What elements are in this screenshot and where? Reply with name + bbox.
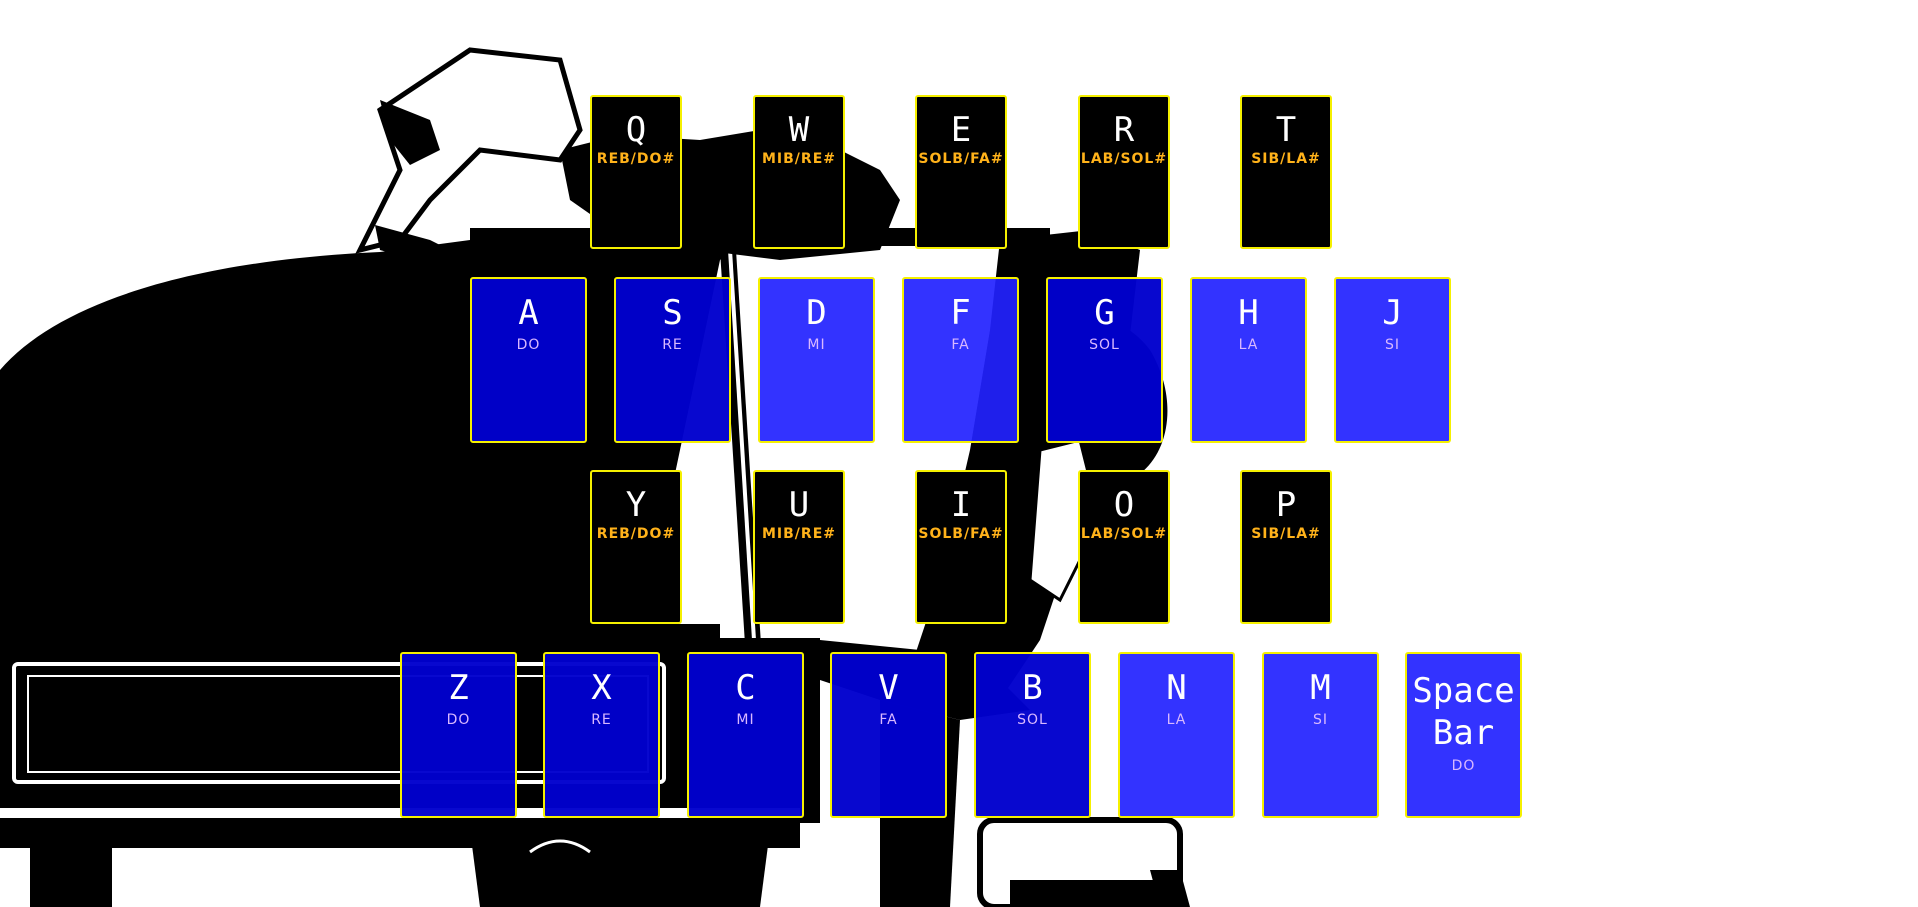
note-label: MI <box>807 337 826 353</box>
piano-rim-top <box>0 624 720 638</box>
key-q[interactable]: Q REB/DO# <box>590 95 682 249</box>
key-r[interactable]: R LAB/SOL# <box>1078 95 1170 249</box>
note-label: SIB/LA# <box>1251 526 1321 542</box>
note-label: RE <box>591 712 612 728</box>
key-f[interactable]: F FA <box>902 277 1019 443</box>
note-label: FA <box>879 712 898 728</box>
key-space-bar[interactable]: Space Bar DO <box>1405 652 1522 818</box>
key-p[interactable]: P SIB/LA# <box>1240 470 1332 624</box>
key-label: G <box>1094 293 1115 333</box>
note-label: LAB/SOL# <box>1080 151 1168 167</box>
key-label: E <box>950 110 972 150</box>
note-label: RE <box>662 337 683 353</box>
key-label: J <box>1382 293 1403 333</box>
key-s[interactable]: S RE <box>614 277 731 443</box>
key-label: A <box>518 293 539 333</box>
piano-pedal-box <box>470 830 770 907</box>
piano-leg-left <box>30 840 112 907</box>
key-y[interactable]: Y REB/DO# <box>590 470 682 624</box>
key-t[interactable]: T SIB/LA# <box>1240 95 1332 249</box>
key-label: Space Bar <box>1412 671 1515 753</box>
note-label: LA <box>1166 712 1187 728</box>
note-label: LAB/SOL# <box>1080 526 1168 542</box>
key-z[interactable]: Z DO <box>400 652 517 818</box>
note-label: SOLB/FA# <box>918 151 1004 167</box>
key-label: I <box>950 485 972 525</box>
note-label: SOL <box>1089 337 1120 353</box>
note-label: DO <box>1451 758 1476 774</box>
note-label: FA <box>951 337 970 353</box>
key-a[interactable]: A DO <box>470 277 587 443</box>
key-label: O <box>1113 485 1135 525</box>
piano-bench-top <box>1010 880 1160 907</box>
note-label: SOL <box>1017 712 1048 728</box>
key-label: C <box>735 668 756 708</box>
note-label: DO <box>516 337 541 353</box>
key-label: F <box>950 293 971 333</box>
key-e[interactable]: E SOLB/FA# <box>915 95 1007 249</box>
key-label: N <box>1166 668 1187 708</box>
key-g[interactable]: G SOL <box>1046 277 1163 443</box>
key-v[interactable]: V FA <box>830 652 947 818</box>
key-i[interactable]: I SOLB/FA# <box>915 470 1007 624</box>
key-d[interactable]: D MI <box>758 277 875 443</box>
pianist-legs <box>355 47 583 254</box>
key-label: R <box>1113 110 1135 150</box>
key-label: P <box>1275 485 1297 525</box>
note-label: LA <box>1238 337 1259 353</box>
key-label: W <box>788 110 810 150</box>
key-w[interactable]: W MIB/RE# <box>753 95 845 249</box>
key-c[interactable]: C MI <box>687 652 804 818</box>
key-label: T <box>1275 110 1297 150</box>
key-label: Z <box>448 668 469 708</box>
key-label: S <box>662 293 683 333</box>
key-u[interactable]: U MIB/RE# <box>753 470 845 624</box>
note-label: DO <box>446 712 471 728</box>
note-label: REB/DO# <box>596 526 676 542</box>
key-m[interactable]: M SI <box>1262 652 1379 818</box>
key-n[interactable]: N LA <box>1118 652 1235 818</box>
key-b[interactable]: B SOL <box>974 652 1091 818</box>
key-label: D <box>806 293 827 333</box>
note-label: MIB/RE# <box>762 151 836 167</box>
key-j[interactable]: J SI <box>1334 277 1451 443</box>
key-label: V <box>878 668 899 708</box>
note-label: SOLB/FA# <box>918 526 1004 542</box>
key-label: U <box>788 485 810 525</box>
key-h[interactable]: H LA <box>1190 277 1307 443</box>
note-label: MIB/RE# <box>762 526 836 542</box>
key-label: Y <box>625 485 647 525</box>
key-o[interactable]: O LAB/SOL# <box>1078 470 1170 624</box>
key-label: X <box>591 668 612 708</box>
key-label: Q <box>625 110 647 150</box>
key-label: B <box>1022 668 1043 708</box>
key-label: M <box>1310 668 1331 708</box>
note-label: SIB/LA# <box>1251 151 1321 167</box>
note-label: REB/DO# <box>596 151 676 167</box>
note-label: MI <box>736 712 755 728</box>
note-label: SI <box>1312 712 1328 728</box>
key-x[interactable]: X RE <box>543 652 660 818</box>
piano-lid <box>0 236 520 640</box>
note-label: SI <box>1384 337 1400 353</box>
key-label: H <box>1238 293 1259 333</box>
